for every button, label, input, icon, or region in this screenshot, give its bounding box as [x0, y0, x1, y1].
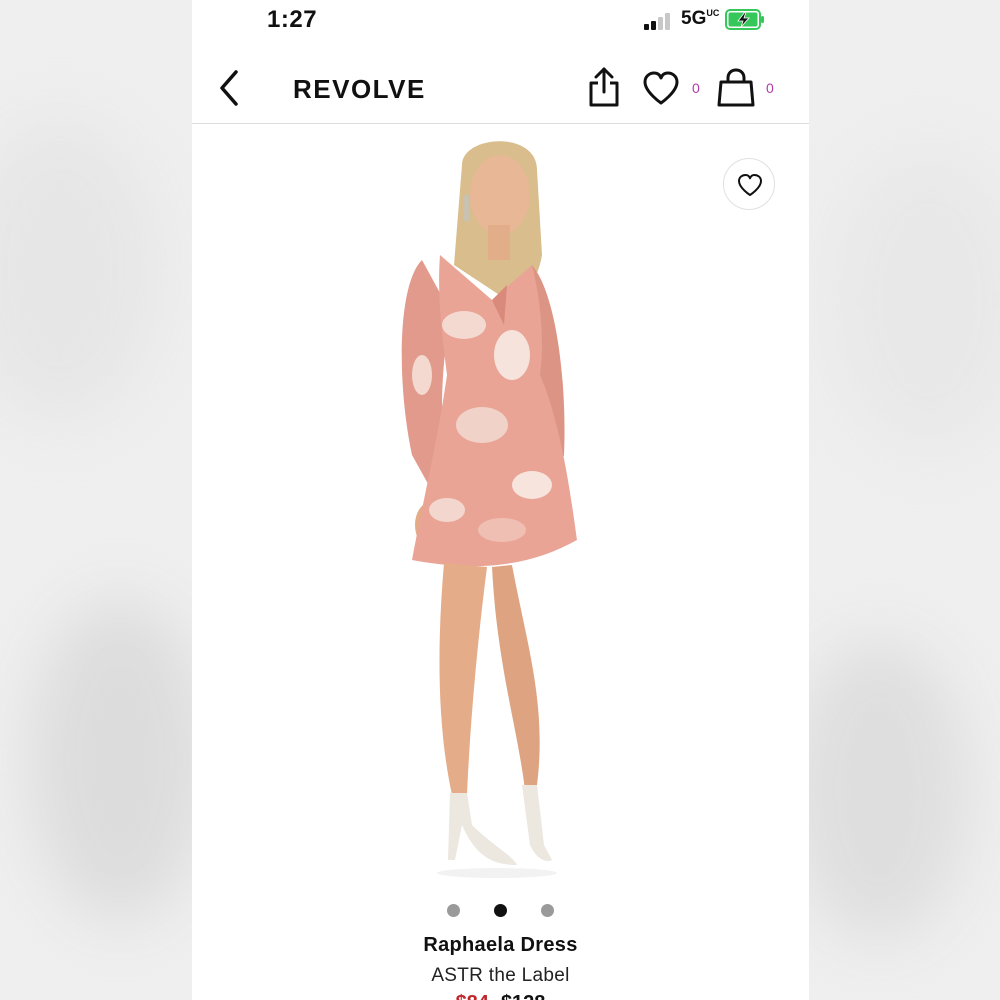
heart-icon[interactable]	[642, 70, 680, 106]
favorite-button[interactable]	[723, 158, 775, 210]
sale-price: $84	[456, 992, 489, 1000]
share-icon[interactable]	[586, 66, 622, 108]
status-bar: 1:27 5GUC	[192, 0, 809, 44]
image-pager	[192, 902, 809, 918]
product-image[interactable]	[192, 125, 809, 890]
network-label: 5G	[681, 8, 707, 29]
backdrop-left	[0, 0, 192, 1000]
original-price: $128	[501, 992, 546, 1000]
status-time: 1:27	[267, 6, 318, 33]
phone-screen: 1:27 5GUC REVOLVE 0 0 Raphaela Dress AST…	[192, 0, 809, 1000]
shopping-bag-icon[interactable]	[716, 68, 756, 108]
price-row: $84 $128	[192, 992, 809, 1000]
product-brand[interactable]: ASTR the Label	[192, 965, 809, 987]
signal-strength-icon	[644, 12, 676, 30]
product-name: Raphaela Dress	[423, 934, 578, 956]
model-illustration	[401, 141, 577, 878]
bag-count-badge: 0	[766, 80, 774, 96]
heart-outline-icon	[738, 174, 762, 196]
brand-logo[interactable]: REVOLVE	[293, 74, 426, 105]
battery-charging-icon	[725, 9, 764, 30]
network-indicator: 5GUC	[681, 8, 720, 30]
backdrop-right	[809, 0, 1000, 1000]
nav-bar: REVOLVE 0 0	[192, 48, 809, 124]
pager-dot-1[interactable]	[447, 904, 460, 917]
network-suffix: UC	[706, 8, 720, 18]
back-chevron-icon[interactable]	[214, 68, 250, 108]
pager-dot-3[interactable]	[541, 904, 554, 917]
wishlist-count-badge: 0	[692, 80, 700, 96]
pager-dot-2[interactable]	[494, 904, 507, 917]
